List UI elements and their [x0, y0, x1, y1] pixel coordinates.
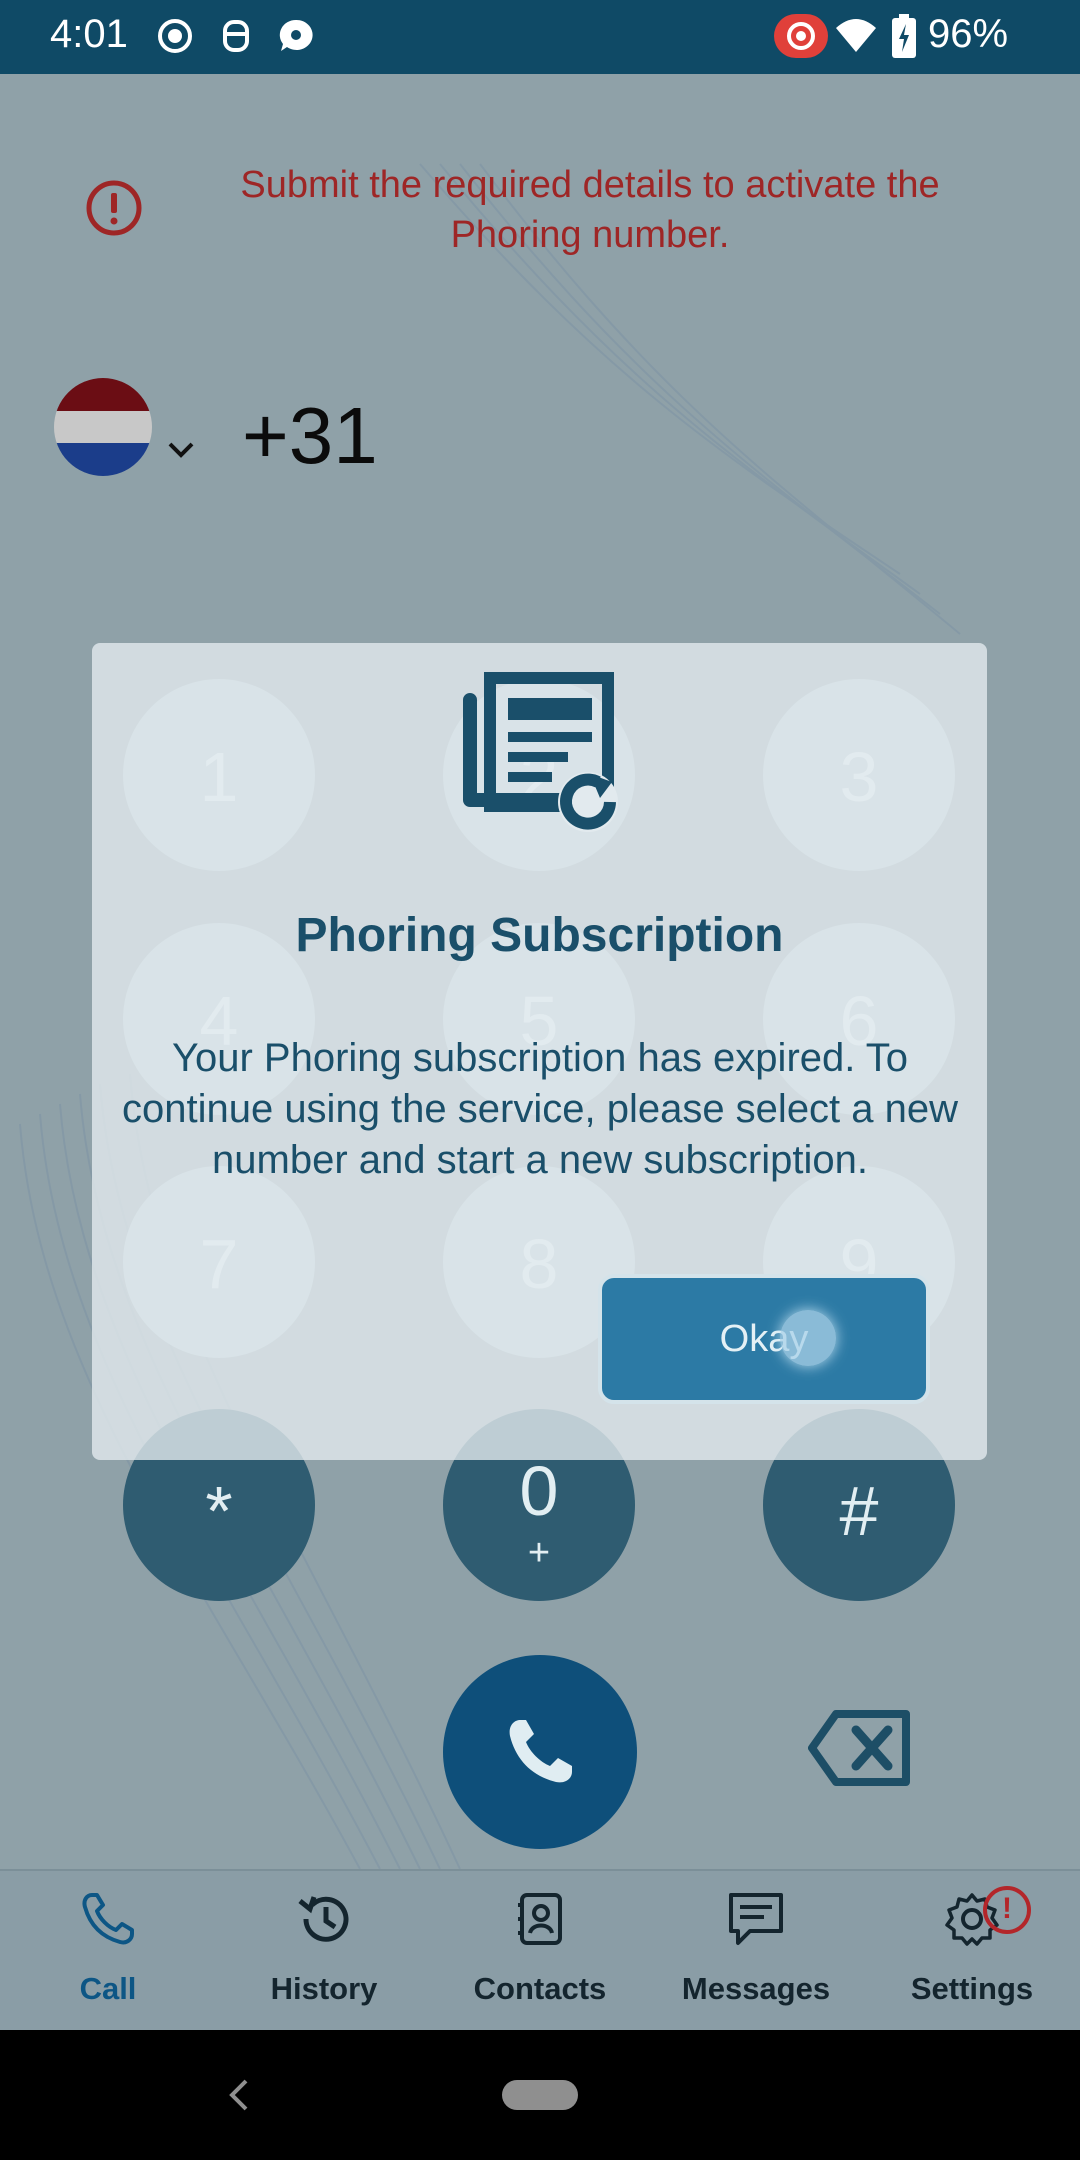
nav-messages[interactable]: Messages	[648, 1871, 864, 2032]
phone-icon	[509, 1720, 572, 1783]
contacts-icon	[518, 1893, 562, 1945]
history-icon	[298, 1896, 349, 1942]
chevron-down-icon[interactable]	[166, 440, 196, 460]
touch-indicator	[780, 1310, 836, 1366]
record-icon	[158, 19, 192, 53]
screen-record-icon	[774, 14, 828, 58]
status-time: 4:01	[50, 12, 128, 56]
settings-alert-badge: !	[982, 1885, 1032, 1935]
backspace-icon[interactable]	[808, 1708, 912, 1788]
battery-icon	[892, 14, 916, 58]
status-bar: 4:01 96%	[0, 0, 1080, 74]
dialog-message: Your Phoring subscription has expired. T…	[121, 1036, 959, 1182]
nav-settings[interactable]: Settings	[864, 1871, 1080, 2032]
home-button[interactable]	[502, 2080, 578, 2110]
back-icon[interactable]	[226, 2078, 252, 2112]
newspaper-refresh-icon	[463, 672, 618, 832]
face-icon	[223, 20, 249, 52]
nav-call[interactable]: Call	[0, 1871, 216, 2032]
battery-percent: 96%	[928, 12, 1009, 56]
okay-button[interactable]: Okay	[598, 1274, 930, 1404]
dialog-title: Phoring Subscription	[295, 909, 784, 962]
nav-history[interactable]: History	[216, 1871, 432, 2032]
nav-contacts[interactable]: Contacts	[432, 1871, 648, 2032]
country-flag[interactable]	[54, 378, 152, 476]
alert-circle-icon	[86, 180, 142, 236]
call-button[interactable]	[443, 1655, 637, 1849]
bottom-navigation: Call History Contacts Messages Settings	[0, 1869, 1080, 2032]
messages-icon	[729, 1893, 783, 1945]
wifi-icon	[836, 19, 876, 52]
country-code: +31	[242, 391, 378, 480]
phone-icon	[82, 1893, 134, 1945]
activation-banner: Submit the required details to activate …	[240, 164, 940, 256]
chat-bubble-icon	[279, 19, 313, 51]
